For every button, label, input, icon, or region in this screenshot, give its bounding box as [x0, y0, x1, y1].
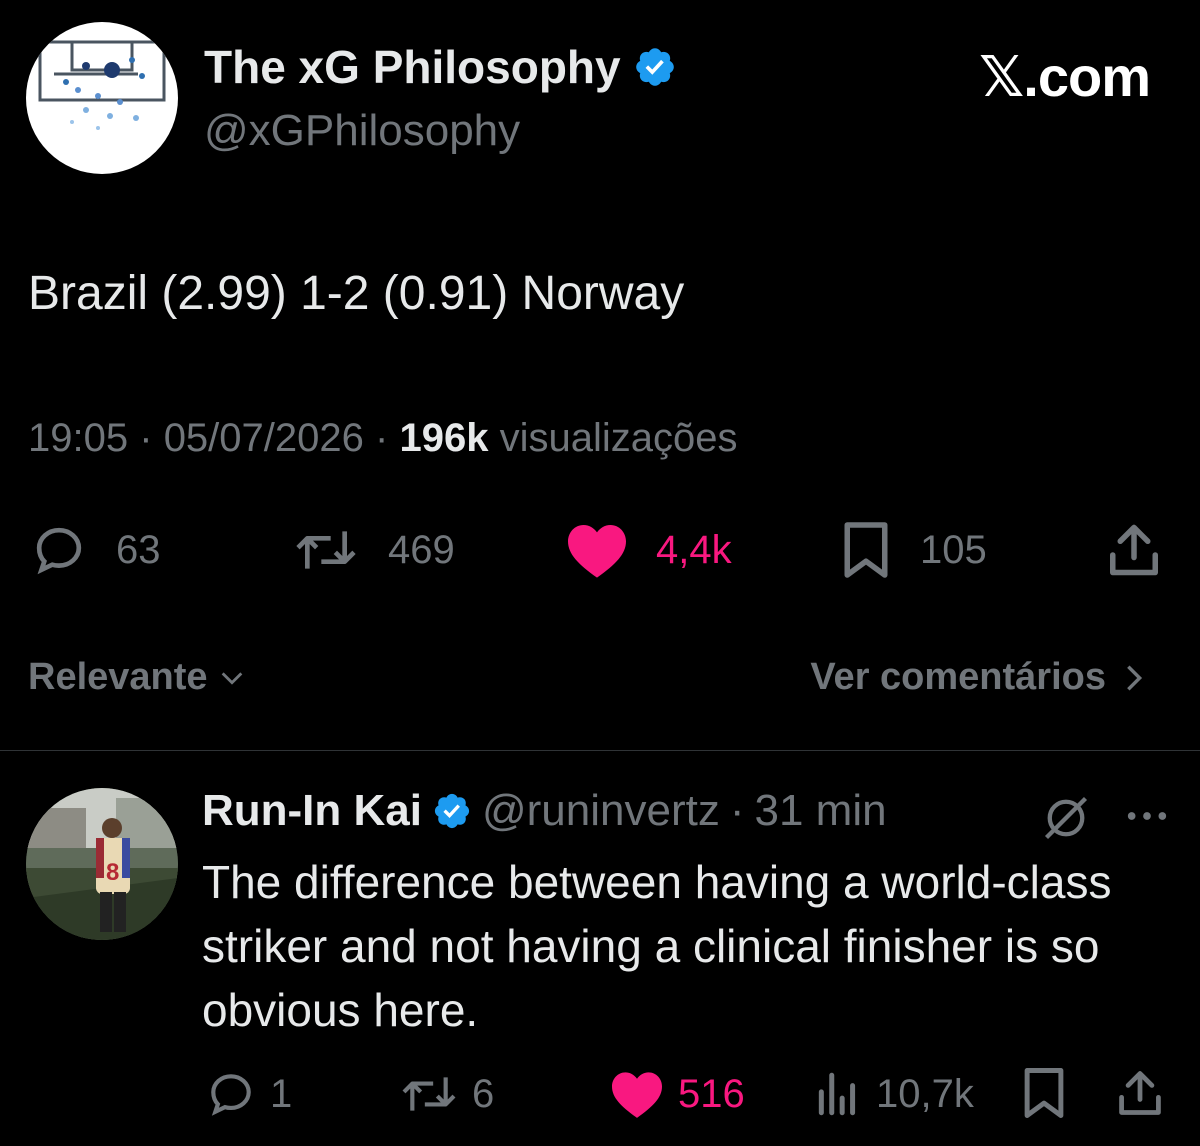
- bookmark-button[interactable]: 105: [838, 520, 987, 580]
- reply-avatar[interactable]: 8: [26, 788, 178, 940]
- views-count: 196k: [399, 416, 489, 460]
- view-comments-label: Ver comentários: [810, 656, 1106, 698]
- retweet-icon: [402, 1077, 456, 1111]
- reply-share-button[interactable]: [1114, 1066, 1166, 1120]
- meta-separator: ·: [139, 416, 153, 460]
- reply-retweet-count: 6: [472, 1071, 495, 1116]
- author-name[interactable]: The xG Philosophy: [204, 40, 677, 94]
- meta-separator: ·: [729, 786, 745, 835]
- reply-author-name[interactable]: Run-In Kai: [202, 786, 422, 836]
- chevron-right-icon: [1127, 664, 1143, 691]
- verified-badge-icon: [434, 793, 470, 829]
- bookmark-icon: [1024, 1068, 1064, 1118]
- reply-author-handle[interactable]: @runinvertz: [482, 786, 720, 836]
- reply-icon: [36, 527, 82, 575]
- reply-views-button[interactable]: 10,7k: [812, 1066, 974, 1122]
- retweet-button[interactable]: 469: [290, 520, 455, 580]
- retweet-icon: [296, 531, 356, 569]
- reply-retweet-button[interactable]: 6: [398, 1066, 494, 1122]
- reply-time[interactable]: 31 min: [755, 786, 887, 836]
- bookmark-count: 105: [920, 527, 987, 572]
- share-icon: [1110, 524, 1158, 576]
- author-handle[interactable]: @xGPhilosophy: [204, 106, 520, 156]
- reply-bookmark-button[interactable]: [1020, 1066, 1068, 1120]
- grok-button[interactable]: [1040, 792, 1092, 844]
- reply-views-count: 10,7k: [876, 1071, 974, 1116]
- views-icon: [818, 1072, 856, 1116]
- views-label: visualizações: [499, 416, 738, 460]
- more-icon: [1127, 812, 1167, 820]
- heart-icon: [612, 1072, 662, 1118]
- author-avatar[interactable]: [26, 22, 178, 174]
- reply-text: The difference between having a world-cl…: [202, 856, 1112, 1036]
- share-icon: [1119, 1071, 1161, 1115]
- xg-logo-icon: [38, 40, 166, 130]
- tweet-time[interactable]: 19:05: [28, 416, 128, 460]
- verified-badge-icon: [635, 48, 674, 86]
- reply-reply-count: 1: [270, 1071, 293, 1116]
- meta-separator: ·: [375, 416, 389, 460]
- reply-header: Run-In Kai @runinvertz · 31 min: [202, 786, 887, 836]
- share-button[interactable]: [1104, 520, 1164, 580]
- retweet-count: 469: [388, 527, 455, 572]
- x-brand-logo: 𝕏.com: [979, 45, 1151, 108]
- sort-dropdown[interactable]: Relevante: [28, 656, 246, 699]
- reply-avatar-photo: 8: [26, 788, 178, 940]
- reply-count: 63: [116, 527, 161, 572]
- reply-reply-button[interactable]: 1: [204, 1066, 292, 1122]
- like-count: 4,4k: [656, 527, 732, 572]
- like-button[interactable]: 4,4k: [564, 520, 732, 580]
- view-comments-link[interactable]: Ver comentários: [810, 656, 1146, 699]
- heart-icon: [568, 524, 626, 578]
- reply-button[interactable]: 63: [28, 520, 161, 580]
- bookmark-icon: [844, 522, 888, 578]
- divider: [0, 750, 1200, 751]
- more-button[interactable]: [1124, 796, 1170, 836]
- tweet-date[interactable]: 05/07/2026: [164, 416, 364, 460]
- tweet-text: Brazil (2.99) 1-2 (0.91) Norway: [28, 267, 685, 320]
- reply-like-button[interactable]: 516: [608, 1066, 745, 1122]
- jersey-number: 8: [106, 859, 119, 886]
- sort-label: Relevante: [28, 656, 208, 698]
- grok-icon: [1044, 796, 1088, 840]
- chevron-down-icon: [221, 671, 242, 685]
- reply-like-count: 516: [678, 1071, 745, 1116]
- reply-icon: [211, 1074, 251, 1116]
- tweet-meta: 19:05 · 05/07/2026 · 196k visualizações: [28, 416, 737, 461]
